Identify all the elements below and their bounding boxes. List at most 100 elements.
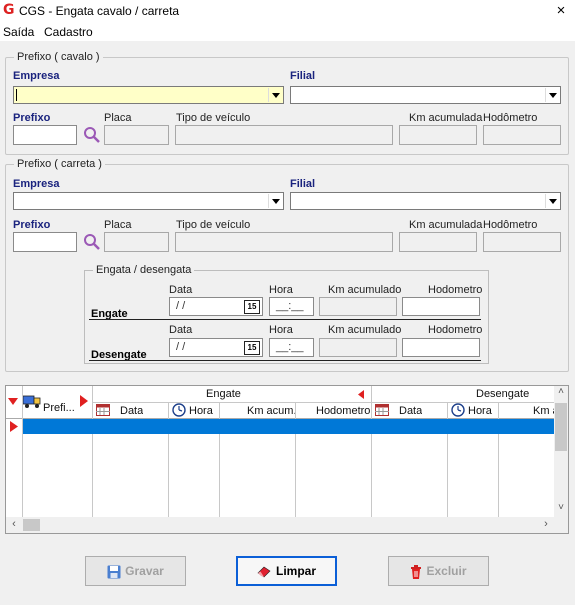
grid-col-line bbox=[371, 386, 372, 517]
desengate-hora-label: Hora bbox=[269, 324, 293, 336]
carreta-legend: Prefixo ( carreta ) bbox=[17, 158, 102, 170]
limpar-button[interactable]: Limpar bbox=[236, 556, 337, 586]
vertical-scrollbar[interactable]: ˄ ˅ bbox=[554, 386, 568, 517]
carreta-km-field bbox=[399, 232, 477, 252]
scroll-up-icon[interactable]: ˄ bbox=[554, 386, 568, 402]
chevron-down-icon[interactable] bbox=[268, 88, 282, 102]
menu-cadastro[interactable]: Cadastro bbox=[44, 25, 93, 39]
cavalo-tipo-field bbox=[175, 125, 393, 145]
cavalo-km-field bbox=[399, 125, 477, 145]
desengate-km-field bbox=[319, 338, 397, 357]
collapse-left-icon[interactable] bbox=[358, 390, 364, 399]
trash-icon bbox=[411, 564, 422, 579]
carreta-empresa-label: Empresa bbox=[13, 178, 60, 190]
grid-prefix-header[interactable]: Prefi... bbox=[43, 402, 79, 414]
cavalo-hodometro-field bbox=[483, 125, 561, 145]
cavalo-prefixo-input[interactable] bbox=[13, 125, 77, 145]
engate-divider bbox=[89, 319, 481, 320]
grid-col-hora-2[interactable]: Hora bbox=[468, 405, 492, 417]
close-icon[interactable]: × bbox=[553, 2, 569, 19]
menu-bar: Saída Cadastro bbox=[0, 22, 575, 41]
calendar-icon[interactable]: 15 bbox=[244, 300, 260, 314]
calendar-icon bbox=[375, 404, 389, 416]
cavalo-filial-combo[interactable] bbox=[290, 86, 561, 104]
carreta-prefixo-input[interactable] bbox=[13, 232, 77, 252]
h-scroll-thumb[interactable] bbox=[23, 519, 40, 531]
carreta-placa-field bbox=[104, 232, 169, 252]
menu-saida[interactable]: Saída bbox=[3, 25, 34, 39]
carreta-filial-label: Filial bbox=[290, 178, 316, 190]
expand-right-icon[interactable] bbox=[80, 395, 88, 407]
grid-col-km[interactable]: Km acum. bbox=[247, 405, 297, 417]
gravar-label: Gravar bbox=[125, 564, 164, 578]
engate-hodometro-label: Hodometro bbox=[428, 284, 483, 296]
grid-col-data-2[interactable]: Data bbox=[399, 405, 422, 417]
grid-col-data[interactable]: Data bbox=[120, 405, 143, 417]
excluir-button[interactable]: Excluir bbox=[388, 556, 489, 586]
app-logo-icon: G bbox=[3, 2, 15, 18]
carreta-placa-label: Placa bbox=[104, 219, 132, 231]
chevron-down-icon[interactable] bbox=[268, 194, 282, 208]
grid-col-line bbox=[92, 386, 93, 517]
selected-row[interactable] bbox=[23, 419, 554, 434]
grid-col-hora[interactable]: Hora bbox=[189, 405, 213, 417]
cavalo-hodometro-label: Hodômetro bbox=[483, 112, 538, 124]
cavalo-prefixo-label: Prefixo bbox=[13, 112, 51, 124]
excluir-label: Excluir bbox=[426, 564, 467, 578]
grid-col-km-2[interactable]: Km ac bbox=[533, 405, 554, 417]
window-title: CGS - Engata cavalo / carreta bbox=[19, 4, 180, 18]
scroll-right-icon[interactable]: › bbox=[539, 518, 553, 532]
desengate-data-label: Data bbox=[169, 324, 193, 336]
gravar-button[interactable]: Gravar bbox=[85, 556, 186, 586]
engate-km-field bbox=[319, 297, 397, 316]
limpar-label: Limpar bbox=[275, 564, 316, 578]
scroll-left-icon[interactable]: ‹ bbox=[7, 518, 21, 532]
engate-time-input[interactable]: __:__ bbox=[269, 297, 314, 316]
search-icon[interactable] bbox=[83, 233, 101, 251]
clock-icon bbox=[451, 403, 465, 417]
desengate-km-label: Km acumulado bbox=[328, 324, 402, 336]
calendar-icon bbox=[96, 404, 110, 416]
cavalo-placa-label: Placa bbox=[104, 112, 132, 124]
grid-col-line bbox=[22, 386, 23, 517]
horizontal-scrollbar[interactable]: ‹ › bbox=[6, 517, 568, 533]
grid-desengate-header: Desengate bbox=[476, 388, 530, 400]
desengate-hodometro-label: Hodometro bbox=[428, 324, 483, 336]
records-grid[interactable]: Prefi... Engate Desengate Data Hora Km a… bbox=[5, 385, 569, 534]
text-caret bbox=[16, 89, 17, 101]
save-icon bbox=[107, 565, 121, 579]
engata-legend: Engata / desengata bbox=[96, 264, 192, 276]
grid-engate-header: Engate bbox=[206, 388, 241, 400]
carreta-km-label: Km acumulada bbox=[409, 219, 483, 231]
cavalo-tipo-label: Tipo de veículo bbox=[176, 112, 251, 124]
carreta-prefixo-label: Prefixo bbox=[13, 219, 51, 231]
clock-icon bbox=[172, 403, 186, 417]
desengate-time-input[interactable]: __:__ bbox=[269, 338, 314, 357]
title-bar: G CGS - Engata cavalo / carreta × bbox=[0, 0, 575, 22]
desengate-hodometro-input[interactable] bbox=[402, 338, 480, 357]
grid-col-hodometro[interactable]: Hodometro bbox=[316, 405, 370, 417]
cavalo-km-label: Km acumulada bbox=[409, 112, 483, 124]
calendar-icon[interactable]: 15 bbox=[244, 341, 260, 355]
engate-hodometro-input[interactable] bbox=[402, 297, 480, 316]
engate-hora-label: Hora bbox=[269, 284, 293, 296]
carreta-empresa-combo[interactable] bbox=[13, 192, 284, 210]
sort-down-icon[interactable] bbox=[8, 398, 18, 406]
cavalo-filial-label: Filial bbox=[290, 70, 316, 82]
truck-icon bbox=[22, 395, 41, 408]
search-icon[interactable] bbox=[83, 126, 101, 144]
cavalo-legend: Prefixo ( cavalo ) bbox=[17, 51, 100, 63]
eraser-icon bbox=[257, 566, 271, 578]
engate-data-label: Data bbox=[169, 284, 193, 296]
desengate-divider bbox=[89, 360, 481, 361]
carreta-filial-combo[interactable] bbox=[290, 192, 561, 210]
cavalo-empresa-combo[interactable] bbox=[13, 86, 284, 104]
carreta-hodometro-label: Hodômetro bbox=[483, 219, 538, 231]
scroll-thumb[interactable] bbox=[555, 403, 567, 451]
carreta-hodometro-field bbox=[483, 232, 561, 252]
cavalo-placa-field bbox=[104, 125, 169, 145]
carreta-tipo-field bbox=[175, 232, 393, 252]
scroll-down-icon[interactable]: ˅ bbox=[554, 502, 568, 516]
chevron-down-icon[interactable] bbox=[545, 88, 559, 102]
chevron-down-icon[interactable] bbox=[545, 194, 559, 208]
